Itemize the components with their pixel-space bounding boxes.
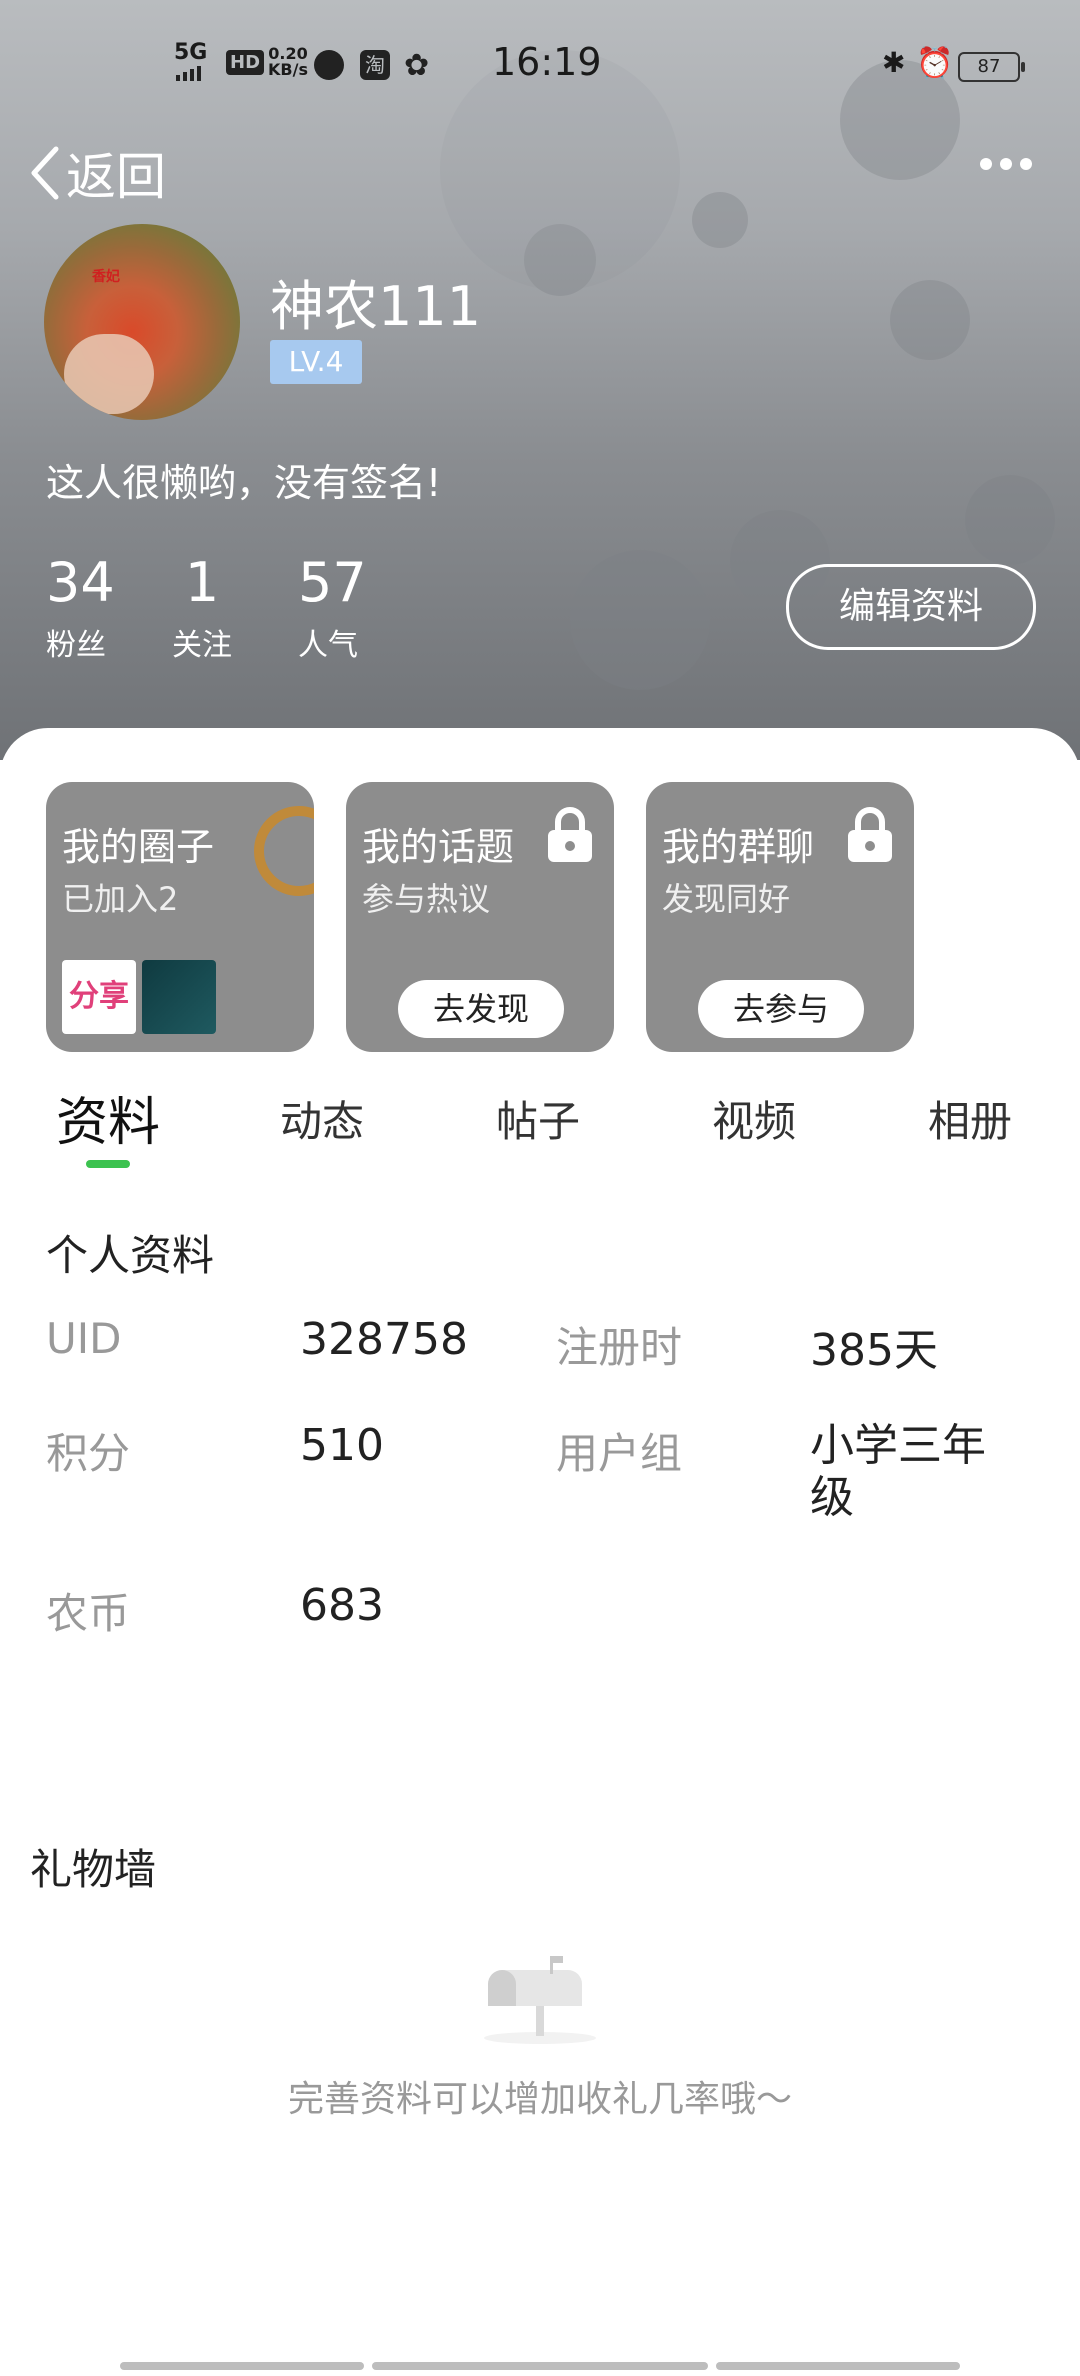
stat-following[interactable]: 1 关注 xyxy=(172,552,232,664)
stat-value: 57 xyxy=(298,551,367,614)
stat-fans[interactable]: 34 粉丝 xyxy=(46,552,115,664)
card-subtitle: 参与热议 xyxy=(362,880,491,918)
card-subtitle: 已加入2 xyxy=(62,880,179,918)
circle-thumbnail[interactable]: 分享 xyxy=(62,960,136,1034)
gift-wall-title: 礼物墙 xyxy=(30,1845,157,1894)
lock-icon xyxy=(548,807,592,862)
tab-profile[interactable]: 资料 xyxy=(56,1080,160,1155)
card-subtitle: 发现同好 xyxy=(662,880,791,918)
stat-value: 34 xyxy=(46,551,115,614)
clock: 16:19 xyxy=(492,40,602,84)
info-label-coins: 农币 xyxy=(46,1589,131,1638)
chevron-left-icon xyxy=(31,146,59,200)
info-label-user-group: 用户组 xyxy=(556,1429,683,1478)
speedometer-icon xyxy=(314,50,344,80)
gift-wall-empty-message: 完善资料可以增加收礼几率哦～ xyxy=(287,2079,792,2120)
back-button[interactable]: 返回 xyxy=(28,138,166,208)
info-label-points: 积分 xyxy=(46,1429,131,1478)
alarm-icon: ⏰ xyxy=(916,46,954,81)
circle-thumbnail[interactable] xyxy=(142,960,216,1034)
card-my-topics[interactable]: 我的话题 参与热议 去发现 xyxy=(346,782,614,1052)
hd-icon: HD xyxy=(226,50,265,75)
status-bar: 5G HD 0.20 KB/s 淘 ✿ 16:19 ✱ ⏰ 87 xyxy=(0,40,1080,90)
lock-icon xyxy=(848,807,892,862)
tab-videos[interactable]: 视频 xyxy=(712,1088,796,1149)
card-my-groups[interactable]: 我的群聊 发现同好 去参与 xyxy=(646,782,914,1052)
info-value-registered: 385天 xyxy=(810,1325,938,1376)
card-title: 我的话题 xyxy=(362,825,515,869)
tab-posts[interactable]: 帖子 xyxy=(496,1088,580,1149)
signature: 这人很懒哟，没有签名! xyxy=(46,461,442,505)
info-label-uid: UID xyxy=(46,1314,122,1363)
edit-profile-button[interactable]: 编辑资料 xyxy=(786,564,1036,650)
taobao-icon: 淘 xyxy=(360,50,390,80)
stat-label: 人气 xyxy=(298,628,358,663)
info-label-registered: 注册时 xyxy=(556,1323,683,1372)
username: 神农111 xyxy=(270,275,482,338)
back-label: 返回 xyxy=(66,148,166,206)
battery-icon: 87 xyxy=(958,52,1025,82)
network-speed: 0.20 KB/s xyxy=(268,44,308,79)
bluetooth-icon: ✱ xyxy=(882,46,906,79)
info-value-coins: 683 xyxy=(300,1580,384,1631)
mailbox-icon xyxy=(484,1956,596,2044)
avatar-tag: 香妃 xyxy=(92,269,120,285)
gesture-bar xyxy=(372,2362,708,2370)
discover-button[interactable]: 去发现 xyxy=(398,980,564,1038)
gesture-bar xyxy=(716,2362,960,2370)
fan-icon: ✿ xyxy=(404,48,430,83)
circle-logo-icon xyxy=(254,806,314,896)
stat-label: 粉丝 xyxy=(46,628,106,663)
signal-icon xyxy=(176,66,201,81)
card-title: 我的群聊 xyxy=(662,825,815,869)
level-badge: LV.4 xyxy=(270,340,362,384)
stat-value: 1 xyxy=(184,551,220,614)
avatar[interactable]: 香妃 xyxy=(44,224,240,420)
tab-activity[interactable]: 动态 xyxy=(280,1088,364,1149)
more-options-icon[interactable] xyxy=(980,158,1032,170)
info-value-points: 510 xyxy=(300,1420,384,1471)
gesture-bar xyxy=(120,2362,364,2370)
info-value-uid: 328758 xyxy=(300,1314,468,1365)
stat-popularity[interactable]: 57 人气 xyxy=(298,552,367,664)
stat-label: 关注 xyxy=(172,628,232,663)
tab-albums[interactable]: 相册 xyxy=(928,1088,1012,1149)
card-title: 我的圈子 xyxy=(62,825,215,869)
card-my-circles[interactable]: 我的圈子 已加入2 分享 xyxy=(46,782,314,1052)
join-button[interactable]: 去参与 xyxy=(698,980,864,1038)
info-value-user-group: 小学三年级 xyxy=(810,1420,986,1523)
active-tab-indicator xyxy=(86,1160,130,1168)
personal-info-title: 个人资料 xyxy=(46,1231,215,1280)
network-indicator: 5G xyxy=(174,40,208,65)
